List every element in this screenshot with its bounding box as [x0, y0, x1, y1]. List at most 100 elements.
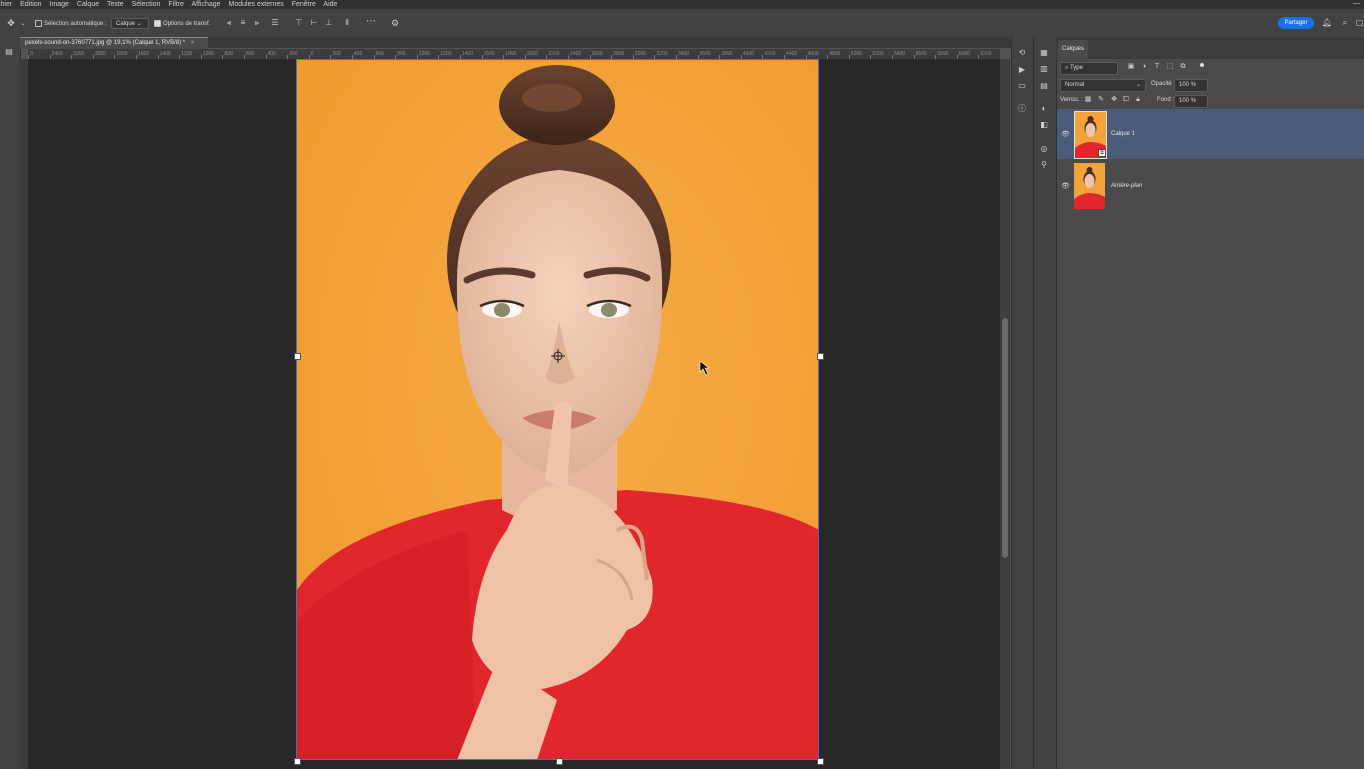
align-left-icon[interactable]: ⫷: [224, 18, 234, 28]
paths-icon[interactable]: ⚲: [1038, 160, 1050, 170]
play-icon[interactable]: ▶: [1016, 65, 1028, 75]
lock-all-icon[interactable]: 🔒︎: [1134, 95, 1142, 105]
transform-handle-right[interactable]: [817, 353, 824, 360]
menu-modules-externes[interactable]: Modules externes: [229, 1, 284, 8]
ruler-tick-label: 6000: [958, 51, 970, 57]
menu-fenetre[interactable]: Fenêtre: [292, 1, 316, 8]
history-icon[interactable]: ⟲: [1016, 48, 1028, 58]
comment-icon[interactable]: ▭: [1016, 81, 1028, 91]
filter-shape-icon[interactable]: ⬚: [1166, 62, 1174, 72]
menu-calque[interactable]: Calque: [77, 1, 99, 8]
auto-select-dropdown[interactable]: Calque ⌄: [111, 18, 149, 29]
search-icon[interactable]: ⌕: [1340, 18, 1350, 28]
swatches-icon[interactable]: ▤: [1038, 81, 1050, 91]
ruler-tick-label: 5000: [850, 51, 862, 57]
align-center-icon[interactable]: ≡: [238, 18, 248, 28]
transform-handle-bottom-left[interactable]: [294, 758, 301, 765]
gradient-icon[interactable]: ▥: [1038, 64, 1050, 74]
workspace-icon[interactable]: ▢: [1355, 18, 1364, 28]
lock-transparency-icon[interactable]: ▦: [1084, 95, 1092, 105]
transform-handle-bottom[interactable]: [556, 758, 563, 765]
blend-mode-dropdown[interactable]: Normal ⌄: [1060, 79, 1146, 92]
minimize-button[interactable]: —: [1353, 0, 1360, 7]
document-image[interactable]: [297, 60, 819, 760]
scrollbar-thumb[interactable]: [1002, 318, 1008, 558]
ruler-tick-label: 1200: [181, 51, 193, 57]
fill-field[interactable]: 100 %: [1174, 95, 1208, 108]
auto-select-checkbox[interactable]: Sélection automatique :: [35, 20, 107, 27]
styles-icon[interactable]: ◧: [1038, 120, 1050, 130]
filter-smartobject-icon[interactable]: ⧉: [1179, 62, 1187, 72]
checkbox-checked-icon: [154, 20, 161, 27]
search-icon: ⌕: [1065, 65, 1069, 71]
align-right-icon[interactable]: ⫸: [252, 18, 262, 28]
menu-edition[interactable]: Edition: [20, 1, 41, 8]
ruler-tick-label: 5800: [937, 51, 949, 57]
transform-handle-left[interactable]: [294, 353, 301, 360]
opacity-field[interactable]: 100 %: [1174, 79, 1208, 92]
distribute-vertical-icon[interactable]: ⫴: [342, 18, 352, 28]
bell-icon[interactable]: 🔔︎: [1322, 18, 1332, 28]
document-tab-title: pexels-sound-on-3760771.jpg @ 19,1% (Cal…: [25, 40, 186, 46]
ruler-tick-label: 1800: [116, 51, 128, 57]
ruler-tick-label: 2600: [591, 51, 603, 57]
info-icon[interactable]: ⓘ: [1016, 104, 1028, 114]
menu-image[interactable]: Image: [50, 1, 69, 8]
align-top-icon[interactable]: ⊤: [294, 18, 304, 28]
menu-texte[interactable]: Texte: [107, 1, 124, 8]
more-options-icon[interactable]: ⋯: [365, 17, 377, 27]
gear-icon[interactable]: ⚙: [389, 18, 401, 28]
layer-row-arriere-plan[interactable]: 👁︎ Arrière-plan: [1057, 161, 1364, 211]
ruler-tick-label: 4200: [764, 51, 776, 57]
align-middle-icon[interactable]: ⊢: [309, 18, 319, 28]
layer-filter-dropdown[interactable]: ⌕ Type: [1060, 62, 1118, 75]
transform-handle-bottom-right[interactable]: [817, 758, 824, 765]
share-button[interactable]: Partager: [1278, 17, 1314, 29]
filter-pixel-icon[interactable]: ▣: [1127, 62, 1135, 72]
adjustments-icon[interactable]: ◐: [1038, 104, 1050, 114]
ruler-tick-label: 1200: [440, 51, 452, 57]
tab-layers[interactable]: Calques: [1058, 40, 1088, 59]
eye-icon[interactable]: 👁︎: [1061, 130, 1070, 138]
ruler-tick-label: 2200: [548, 51, 560, 57]
align-bottom-icon[interactable]: ⊥: [324, 18, 334, 28]
eye-icon[interactable]: 👁︎: [1061, 182, 1070, 190]
libraries-icon[interactable]: ▦: [1038, 48, 1050, 58]
menu-bar: chier Edition Image Calque Texte Sélecti…: [0, 0, 1364, 9]
move-tool-icon[interactable]: ✥: [5, 18, 17, 28]
filter-type-icon[interactable]: T: [1153, 62, 1161, 72]
ruler-tick-label: 200: [332, 51, 341, 57]
layer-name[interactable]: Calque 1: [1111, 131, 1135, 137]
filter-toggle-icon[interactable]: [1200, 63, 1204, 67]
menu-aide[interactable]: Aide: [323, 1, 337, 8]
lock-position-icon[interactable]: ✥: [1110, 95, 1118, 105]
ruler-tick-label: 3200: [656, 51, 668, 57]
ruler-tick-label: 2400: [570, 51, 582, 57]
document-tab[interactable]: pexels-sound-on-3760771.jpg @ 19,1% (Cal…: [20, 37, 208, 49]
layer-name[interactable]: Arrière-plan: [1111, 183, 1142, 189]
ruler-tick-label: 1400: [462, 51, 474, 57]
ruler-tick-label: 800: [397, 51, 406, 57]
lock-pixels-icon[interactable]: ✎: [1097, 95, 1105, 105]
lock-artboard-icon[interactable]: ⧠: [1122, 95, 1130, 105]
transform-options-checkbox[interactable]: Options de transf.: [154, 20, 210, 27]
ruler-tick-labels: 0 2400 2200 2000 1800 1600 1400 1200 1000 800 600 4…: [28, 49, 1000, 59]
ruler-tick-label: 5400: [894, 51, 906, 57]
fill-label: Fond :: [1157, 97, 1175, 103]
layers-panel-tabbar: [1056, 37, 1364, 59]
ruler-tick-label: 200: [289, 51, 298, 57]
ruler-tick-label: 2000: [94, 51, 106, 57]
filter-adjustment-icon[interactable]: ◑: [1140, 62, 1148, 72]
menu-filtre[interactable]: Filtre: [168, 1, 184, 8]
ruler-tick-label: 4000: [742, 51, 754, 57]
close-icon[interactable]: ×: [191, 40, 195, 46]
channels-icon[interactable]: ◎: [1038, 144, 1050, 154]
chevron-down-icon[interactable]: ⌄: [19, 19, 27, 29]
menu-fichier[interactable]: chier: [0, 1, 12, 8]
menu-selection[interactable]: Sélection: [132, 1, 161, 8]
layer-row-calque-1[interactable]: 👁︎ ⧉ Calque 1: [1057, 109, 1364, 159]
distribute-icon[interactable]: ☰: [270, 18, 280, 28]
ruler-tick-label: 2000: [526, 51, 538, 57]
menu-affichage[interactable]: Affichage: [192, 1, 221, 8]
tools-collapse-icon[interactable]: ▤: [3, 47, 15, 57]
